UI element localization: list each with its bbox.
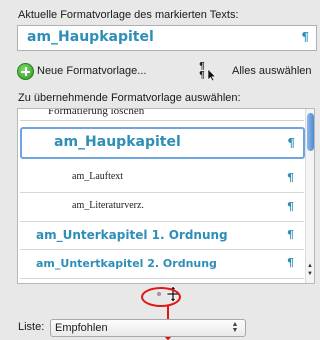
scroll-up-icon[interactable]: ▲ xyxy=(306,263,314,269)
list-item-partial[interactable] xyxy=(20,279,304,283)
scrollbar[interactable]: ▲ ▼ xyxy=(305,109,314,283)
list-item[interactable]: am_Unterkapitel 1. Ordnung ¶ xyxy=(20,222,304,250)
paragraph-mark-icon: ¶ xyxy=(287,228,294,241)
paragraph-mark-icon: ¶ xyxy=(287,171,294,184)
scrollbar-thumb[interactable] xyxy=(307,113,314,151)
liste-dropdown[interactable]: Empfohlen ▲ ▼ xyxy=(50,319,246,337)
list-item[interactable]: am_Literaturverz. ¶ xyxy=(20,193,304,222)
current-style-name: am_Haupkapitel xyxy=(27,29,154,45)
paragraph-mark-icon: ¶ xyxy=(287,200,294,213)
list-item[interactable]: am_Untertkapitel 2. Ordnung ¶ xyxy=(20,251,304,279)
style-name: am_Unterkapitel 1. Ordnung xyxy=(36,228,228,242)
toolbar: Neue Formatvorlage... ¶ ¶ Alles auswähle… xyxy=(17,58,317,84)
current-style-field: am_Haupkapitel ¶ xyxy=(17,25,317,51)
paragraph-mark-icon: ¶ xyxy=(287,136,295,150)
style-name: am_Untertkapitel 2. Ordnung xyxy=(36,257,217,270)
select-all-label: Alles auswählen xyxy=(232,65,312,77)
style-name: am_Literaturverz. xyxy=(72,200,144,211)
style-list[interactable]: Formatierung löschen am_Haupkapitel ¶ am… xyxy=(17,108,315,284)
style-name: am_Lauftext xyxy=(72,171,124,182)
list-item-selected[interactable]: am_Haupkapitel ¶ xyxy=(20,127,305,159)
svg-text:¶: ¶ xyxy=(199,71,205,81)
current-style-label: Aktuelle Formatvorlage des markierten Te… xyxy=(18,9,239,21)
liste-label: Liste: xyxy=(18,321,45,333)
paragraph-mark-icon: ¶ xyxy=(287,256,294,269)
up-down-arrows-icon: ▲ ▼ xyxy=(231,321,239,334)
new-style-label: Neue Formatvorlage... xyxy=(37,65,147,77)
liste-value: Empfohlen xyxy=(55,322,108,334)
paragraph-mark-icon: ¶ xyxy=(301,30,309,44)
style-name: am_Haupkapitel xyxy=(54,134,181,150)
plus-icon xyxy=(17,62,34,80)
annotation-ellipse xyxy=(141,287,181,307)
new-style-button[interactable]: Neue Formatvorlage... xyxy=(17,62,146,80)
style-name: Formatierung löschen xyxy=(48,108,145,117)
list-item[interactable]: Formatierung löschen xyxy=(20,108,304,121)
select-all-icon: ¶ ¶ xyxy=(198,61,218,82)
select-all-button[interactable]: ¶ ¶ Alles auswählen xyxy=(198,60,312,82)
apply-style-label: Zu übernehmende Formatvorlage auswählen: xyxy=(18,92,241,104)
list-item[interactable]: am_Lauftext ¶ xyxy=(20,164,304,193)
scroll-down-icon[interactable]: ▼ xyxy=(306,271,314,277)
